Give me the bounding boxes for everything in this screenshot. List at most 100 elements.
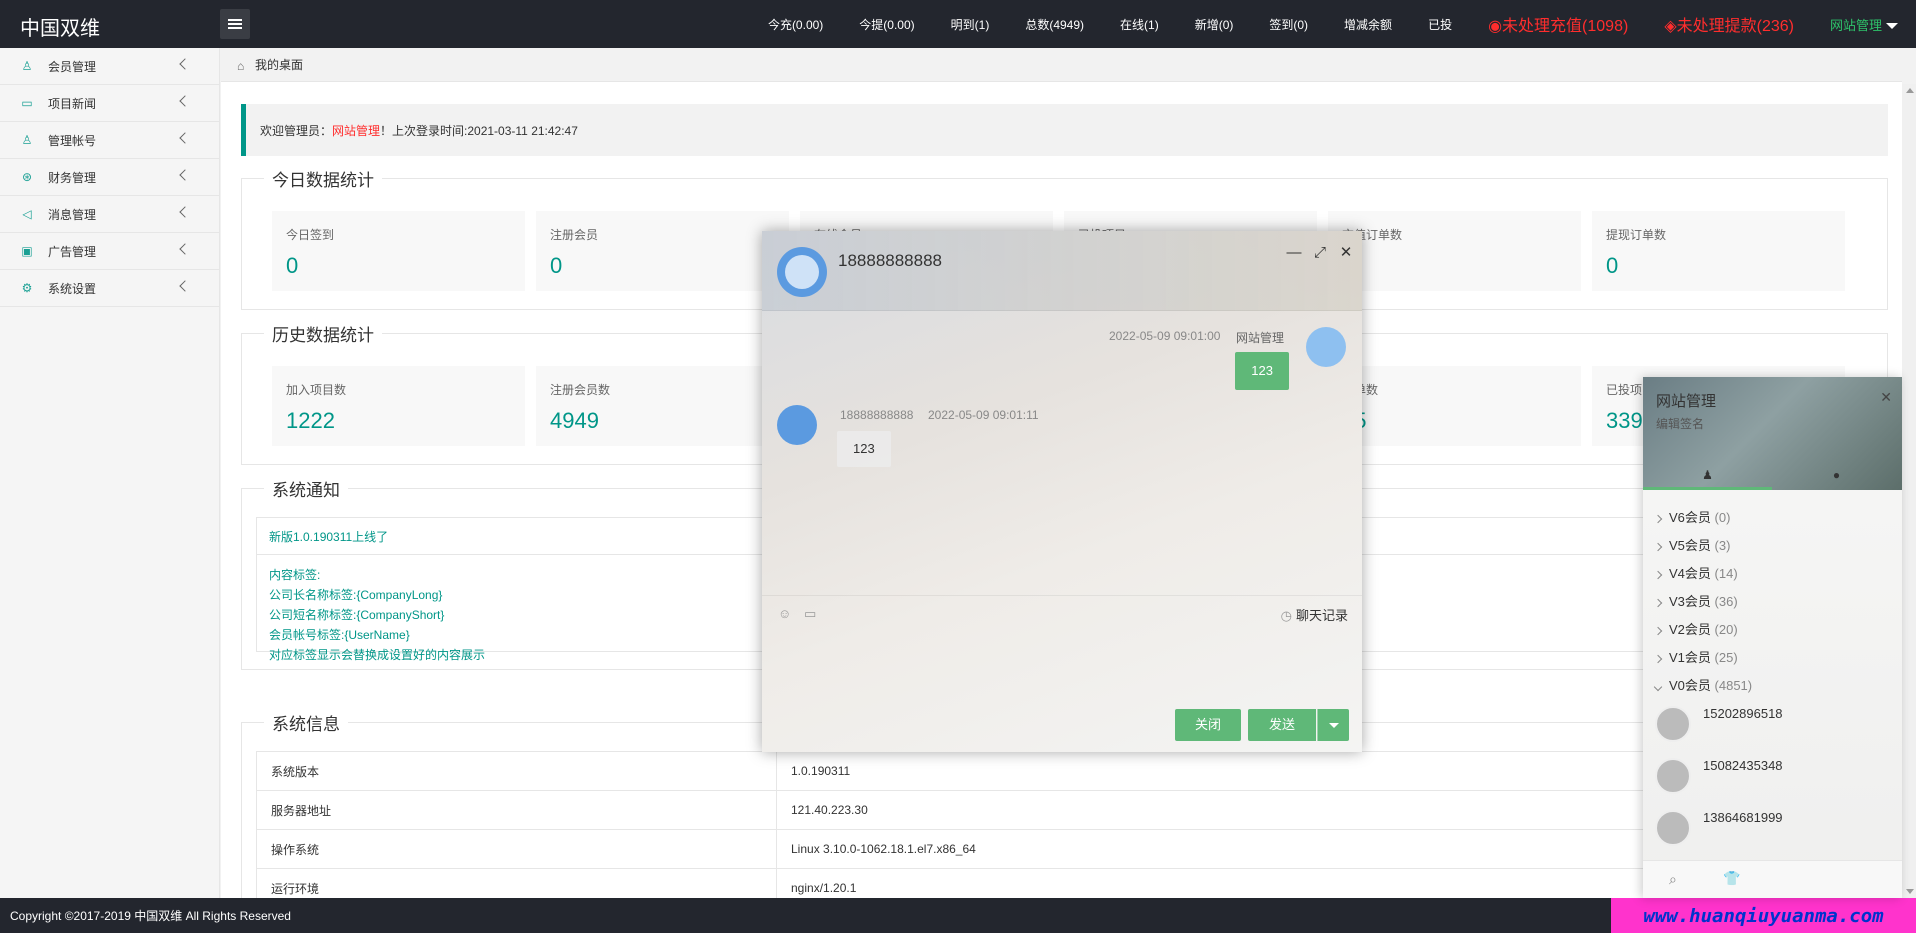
sidebar: ♙ 会员管理 ▭ 项目新闻 ♙ 管理帐号 ⊛ 财务管理 ◁ 消息管理 ▣ 广告管理 ⚙ 系统设… <box>0 48 220 898</box>
chevron-right-icon <box>1653 542 1663 551</box>
close-button[interactable]: 关闭 <box>1175 709 1241 741</box>
stat-today-recharge[interactable]: 今充(0.00) <box>768 16 823 33</box>
welcome-last-login: ！上次登录时间:2021-03-11 21:42:47 <box>380 123 578 138</box>
close-icon[interactable]: ✕ <box>1880 389 1892 406</box>
page-scrollbar[interactable] <box>1902 84 1916 898</box>
breadcrumb-current[interactable]: 我的桌面 <box>255 56 303 73</box>
minimize-icon[interactable]: — <box>1286 245 1302 261</box>
stat-card-value: 1222 <box>286 408 335 433</box>
stat-new[interactable]: 新增(0) <box>1195 16 1234 33</box>
message-bubble-received: 123 <box>837 431 891 467</box>
stat-today-withdraw[interactable]: 今提(0.00) <box>859 16 914 33</box>
sidebar-item-settings[interactable]: ⚙ 系统设置 <box>0 270 219 307</box>
sidebar-item-members[interactable]: ♙ 会员管理 <box>0 48 219 85</box>
table-row: 系统版本 1.0.190311 <box>256 751 1873 791</box>
menu-toggle-button[interactable] <box>220 9 250 39</box>
sidebar-item-ads[interactable]: ▣ 广告管理 <box>0 233 219 270</box>
contact-panel-footer: ⌕ 👕 <box>1643 860 1902 898</box>
group-name: V0会员 <box>1669 678 1711 693</box>
alert-withdraw-label: 未处理提款(236) <box>1676 18 1794 35</box>
send-options-button[interactable] <box>1317 709 1349 741</box>
section-title: 系统通知 <box>264 476 348 501</box>
alert-withdraw[interactable]: ◈未处理提款(236) <box>1664 12 1794 36</box>
chevron-right-icon <box>1653 654 1663 663</box>
maximize-icon[interactable]: ⤢ <box>1312 245 1328 261</box>
skin-icon[interactable]: 👕 <box>1723 870 1740 887</box>
stat-card-value: 0 <box>286 253 299 278</box>
scroll-up-icon[interactable] <box>1906 88 1914 93</box>
home-icon[interactable]: ⌂ <box>237 59 249 73</box>
edit-signature[interactable]: 编辑签名 <box>1656 415 1704 432</box>
app-logo: 中国双维 <box>20 18 100 40</box>
group-name: V3会员 <box>1669 594 1711 609</box>
search-icon[interactable]: ⌕ <box>1669 871 1677 888</box>
table-row: 运行环境 nginx/1.20.1 <box>256 868 1873 898</box>
section-title: 历史数据统计 <box>264 321 382 346</box>
member-group[interactable]: V6会员 (0) <box>1653 507 1731 526</box>
welcome-prefix: 欢迎管理员： <box>260 123 333 138</box>
avatar <box>1655 706 1691 742</box>
message-sender: 网站管理 <box>1236 331 1285 345</box>
sidebar-item-label: 系统设置 <box>48 281 97 296</box>
group-count: (36) <box>1714 594 1738 609</box>
group-name: V6会员 <box>1669 510 1711 525</box>
sidebar-item-label: 管理帐号 <box>48 133 97 148</box>
sidebar-item-finance[interactable]: ⊛ 财务管理 <box>0 159 219 196</box>
stat-card-label: 注册会员数 <box>550 383 611 397</box>
stat-card-label: 今日签到 <box>286 228 335 242</box>
table-row: 操作系统 Linux 3.10.0-1062.18.1.el7.x86_64 <box>256 829 1873 869</box>
close-icon[interactable]: ✕ <box>1338 245 1354 261</box>
stat-adjust-balance[interactable]: 增减余额 <box>1344 16 1392 33</box>
stat-invested[interactable]: 已投 <box>1428 16 1452 33</box>
image-icon[interactable]: ▭ <box>804 606 818 621</box>
top-bar: 中国双维 今充(0.00) 今提(0.00) 明到(1) 总数(4949) 在线… <box>0 0 1916 48</box>
group-count: (0) <box>1714 510 1731 525</box>
chat-history-label: 聊天记录 <box>1295 608 1348 623</box>
group-name: V1会员 <box>1669 650 1711 665</box>
sidebar-item-label: 广告管理 <box>48 244 97 259</box>
tab-chats[interactable]: ● <box>1772 460 1901 490</box>
alert-recharge[interactable]: ◉未处理充值(1098) <box>1488 12 1628 36</box>
sidebar-item-admins[interactable]: ♙ 管理帐号 <box>0 122 219 159</box>
member-group[interactable]: V2会员 (20) <box>1653 619 1738 638</box>
stat-tomorrow-due[interactable]: 明到(1) <box>951 16 990 33</box>
contact-panel-header: 网站管理 编辑签名 ✕ ♟ ● <box>1643 377 1902 490</box>
info-key: 操作系统 <box>256 829 777 869</box>
contact-item[interactable]: 15082435348 <box>1655 752 1890 800</box>
stat-online[interactable]: 在线(1) <box>1120 16 1159 33</box>
scroll-down-icon[interactable] <box>1906 889 1914 894</box>
emoji-icon[interactable]: ☺ <box>778 606 792 621</box>
stat-card: 提现订单数 0 <box>1592 211 1845 291</box>
ad-icon: ▣ <box>21 244 33 258</box>
stat-card-label: 加入项目数 <box>286 383 347 397</box>
group-count: (20) <box>1714 622 1738 637</box>
admin-icon: ♙ <box>21 133 33 147</box>
message-sender: 18888888888 <box>840 408 914 422</box>
tab-friends[interactable]: ♟ <box>1643 460 1772 490</box>
member-group[interactable]: V3会员 (36) <box>1653 591 1738 610</box>
avatar <box>1306 327 1346 367</box>
section-title: 今日数据统计 <box>264 166 382 191</box>
stat-total[interactable]: 总数(4949) <box>1025 16 1084 33</box>
chat-history-link[interactable]: ◷ 聊天记录 <box>1281 605 1348 624</box>
alert-recharge-icon: ◉ <box>1488 18 1503 35</box>
member-group[interactable]: V5会员 (3) <box>1653 535 1730 554</box>
member-group[interactable]: V0会员 (4851) <box>1653 675 1752 694</box>
stat-checkin[interactable]: 签到(0) <box>1269 16 1308 33</box>
chat-header[interactable]: 18888888888 — ⤢ ✕ <box>762 231 1362 311</box>
contact-item[interactable]: 15202896518 <box>1655 700 1890 748</box>
send-button[interactable]: 发送 <box>1248 709 1316 741</box>
stat-card: 订单数05 <box>1328 366 1581 446</box>
breadcrumb: ⌂ 我的桌面 <box>221 48 1902 82</box>
member-group[interactable]: V1会员 (25) <box>1653 647 1738 666</box>
sidebar-item-news[interactable]: ▭ 项目新闻 <box>0 85 219 122</box>
sidebar-item-messages[interactable]: ◁ 消息管理 <box>0 196 219 233</box>
gear-icon: ⚙ <box>21 281 33 295</box>
user-menu[interactable]: 网站管理 <box>1830 15 1898 34</box>
member-group[interactable]: V4会员 (14) <box>1653 563 1738 582</box>
contact-item[interactable]: 13864681999 <box>1655 804 1890 852</box>
clock-icon: ◷ <box>1280 608 1292 623</box>
chevron-left-icon <box>179 132 191 144</box>
stat-card: 注册会员数 4949 <box>536 366 789 446</box>
contact-name: 15202896518 <box>1703 706 1783 721</box>
